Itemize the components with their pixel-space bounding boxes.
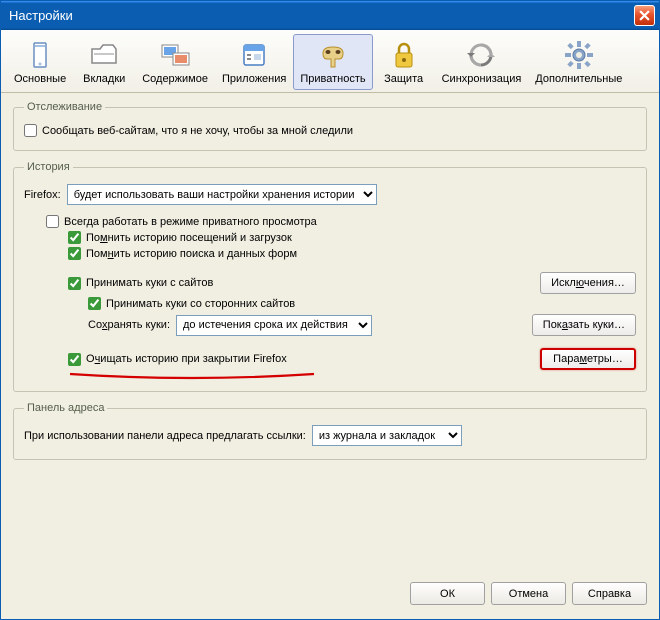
close-icon (639, 10, 650, 21)
tab-label: Основные (14, 73, 66, 85)
tab-privacy[interactable]: Приватность (293, 34, 372, 90)
suggest-select[interactable]: из журнала и закладок (312, 425, 462, 446)
suggest-label: При использовании панели адреса предлага… (24, 430, 306, 442)
tab-label: Вкладки (83, 73, 125, 85)
settings-window: Настройки Основные Вкладки Содержимое (0, 0, 660, 620)
remember-history-label[interactable]: Помнить историю посещений и загрузок (86, 232, 292, 244)
remember-forms-checkbox[interactable] (68, 247, 81, 260)
tab-label: Содержимое (142, 73, 208, 85)
tab-security[interactable]: Защита (373, 34, 435, 90)
advanced-icon (563, 39, 595, 71)
tab-label: Защита (384, 73, 423, 85)
tab-applications[interactable]: Приложения (215, 34, 293, 90)
clear-settings-button[interactable]: Параметры… (540, 348, 636, 370)
clear-on-close-checkbox[interactable] (68, 353, 81, 366)
tab-advanced[interactable]: Дополнительные (528, 34, 629, 90)
applications-icon (238, 39, 270, 71)
tab-label: Дополнительные (535, 73, 622, 85)
firefox-label: Firefox: (24, 189, 61, 201)
annotation-underline (68, 371, 316, 377)
window-title: Настройки (9, 8, 634, 23)
remember-forms-label[interactable]: Помнить историю поиска и данных форм (86, 248, 297, 260)
history-legend: История (24, 161, 73, 173)
content-icon (159, 39, 191, 71)
tracking-group: Отслеживание Сообщать веб-сайтам, что я … (13, 101, 647, 151)
always-private-checkbox[interactable] (46, 215, 59, 228)
tab-label: Приложения (222, 73, 286, 85)
accept-third-label[interactable]: Принимать куки со сторонних сайтов (106, 298, 295, 310)
dnt-label[interactable]: Сообщать веб-сайтам, что я не хочу, чтоб… (42, 125, 353, 137)
remember-history-checkbox[interactable] (68, 231, 81, 244)
dialog-buttons: ОК Отмена Справка (1, 570, 659, 619)
close-button[interactable] (634, 5, 655, 26)
show-cookies-button[interactable]: Показать куки… (532, 314, 636, 336)
panel-content: Отслеживание Сообщать веб-сайтам, что я … (1, 93, 659, 480)
tab-label: Синхронизация (442, 73, 522, 85)
locationbar-group: Панель адреса При использовании панели а… (13, 402, 647, 460)
locationbar-legend: Панель адреса (24, 402, 107, 414)
accept-cookies-label[interactable]: Принимать куки с сайтов (86, 277, 213, 289)
clear-on-close-label[interactable]: Очищать историю при закрытии Firefox (86, 353, 287, 365)
dnt-checkbox[interactable] (24, 124, 37, 137)
accept-cookies-checkbox[interactable] (68, 277, 81, 290)
always-private-label[interactable]: Всегда работать в режиме приватного прос… (64, 216, 317, 228)
keep-cookies-label: Сохранять куки: (88, 319, 170, 331)
cancel-button[interactable]: Отмена (491, 582, 566, 605)
spacer (1, 480, 659, 570)
sync-icon (465, 39, 497, 71)
keep-cookies-select[interactable]: до истечения срока их действия (176, 315, 372, 336)
ok-button[interactable]: ОК (410, 582, 485, 605)
tab-general[interactable]: Основные (7, 34, 73, 90)
help-button[interactable]: Справка (572, 582, 647, 605)
tab-sync[interactable]: Синхронизация (435, 34, 529, 90)
tracking-legend: Отслеживание (24, 101, 105, 113)
tabs-icon (88, 39, 120, 71)
history-group: История Firefox: будет использовать ваши… (13, 161, 647, 392)
security-icon (388, 39, 420, 71)
tab-tabs[interactable]: Вкладки (73, 34, 135, 90)
general-icon (24, 39, 56, 71)
tab-content[interactable]: Содержимое (135, 34, 215, 90)
tab-label: Приватность (300, 73, 365, 85)
privacy-icon (317, 39, 349, 71)
exceptions-button[interactable]: Исключения… (540, 272, 636, 294)
titlebar: Настройки (1, 1, 659, 30)
category-toolbar: Основные Вкладки Содержимое Приложения П… (1, 30, 659, 93)
accept-third-checkbox[interactable] (88, 297, 101, 310)
history-mode-select[interactable]: будет использовать ваши настройки хранен… (67, 184, 377, 205)
